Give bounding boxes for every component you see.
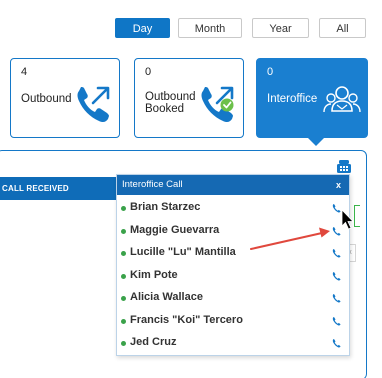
contact-row[interactable]: Alicia Wallace [117, 288, 349, 310]
interoffice-label: Interoffice [267, 93, 318, 105]
call-phone-icon[interactable] [332, 203, 341, 213]
interoffice-call-popup: Interoffice Call x Brian Starzec Maggie G… [116, 174, 350, 356]
online-status-dot [121, 341, 126, 346]
contact-name: Kim Pote [130, 268, 178, 281]
online-status-dot [121, 296, 126, 301]
phone-booked-check-icon [201, 86, 234, 123]
contact-name: Brian Starzec [130, 201, 201, 213]
contact-row[interactable]: Francis "Koi" Tercero [117, 311, 349, 333]
online-status-dot [121, 206, 126, 211]
range-day-button[interactable]: Day [115, 18, 170, 38]
contact-name: Lucille "Lu" Mantilla [130, 246, 236, 258]
outbound-booked-label: Outbound Booked [145, 91, 196, 115]
interoffice-count: 0 [267, 66, 274, 78]
call-received-header: CALL RECEIVED [0, 177, 118, 200]
range-month-button[interactable]: Month [178, 18, 242, 38]
outbound-card[interactable]: 4 Outbound [10, 58, 120, 138]
call-phone-icon[interactable] [332, 248, 341, 258]
outbound-count: 4 [21, 66, 28, 78]
outbound-booked-card[interactable]: 0 Outbound Booked [134, 58, 244, 138]
call-phone-icon[interactable] [332, 271, 341, 281]
range-year-button[interactable]: Year [252, 18, 309, 38]
contact-name: Francis "Koi" Tercero [130, 313, 243, 326]
contact-row[interactable]: Kim Pote [117, 266, 349, 288]
online-status-dot [121, 318, 126, 324]
phone-outgoing-icon [77, 86, 110, 123]
interoffice-card[interactable]: 0 Interoffice [256, 58, 368, 146]
range-all-button[interactable]: All [319, 18, 366, 38]
contact-name: Alicia Wallace [130, 291, 203, 303]
side-status-indicator [354, 205, 360, 227]
contact-name: Jed Cruz [130, 336, 177, 348]
active-card-pointer [307, 137, 325, 146]
call-phone-icon[interactable] [332, 316, 341, 326]
phone-desk-icon[interactable] [336, 159, 352, 174]
contact-row[interactable]: Brian Starzec [117, 198, 349, 220]
online-status-dot [121, 273, 126, 279]
call-phone-icon[interactable] [332, 293, 341, 303]
online-status-dot [121, 251, 126, 256]
online-status-dot [121, 228, 126, 234]
popup-close-button[interactable]: x [336, 175, 341, 195]
popup-title: Interoffice Call [117, 175, 349, 195]
contact-row[interactable]: Jed Cruz [117, 333, 349, 355]
contact-row[interactable]: Lucille "Lu" Mantilla [117, 243, 349, 265]
outbound-label: Outbound [21, 93, 72, 105]
call-phone-icon[interactable] [332, 338, 341, 348]
contact-name: Maggie Guevarra [130, 223, 220, 236]
users-group-icon [323, 86, 361, 113]
call-phone-icon[interactable] [332, 226, 341, 236]
outbound-booked-count: 0 [145, 66, 152, 78]
dashboard-page: Day Month Year All 4 Outbound 0 Outbound… [0, 0, 382, 378]
contact-row[interactable]: Maggie Guevarra [117, 221, 349, 243]
